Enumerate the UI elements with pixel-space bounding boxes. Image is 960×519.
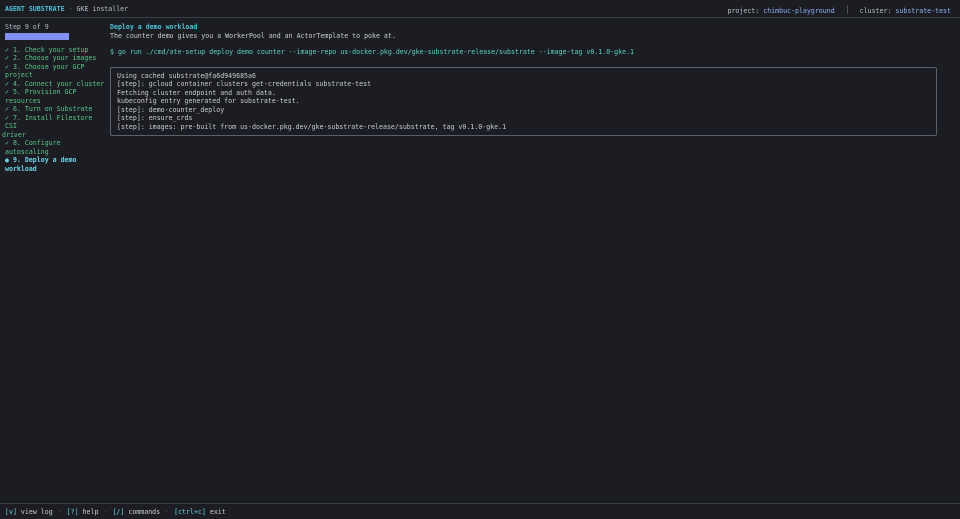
shortcut-label: exit [209, 508, 226, 516]
shortcut-separator: · [103, 508, 108, 516]
sidebar-step-6[interactable]: ✓ 6. Turn on Substrate [2, 105, 106, 114]
step-title: Deploy a demo workload [110, 23, 198, 31]
header-separator: · [68, 5, 73, 13]
shortcut-separator: · [57, 508, 62, 516]
steps-list: ✓ 1. Check your setup ✓ 2. Choose your im… [2, 46, 106, 174]
step-description: The counter demo gives you a WorkerPool … [110, 31, 396, 40]
shortcut-key[interactable]: [ctrl+c] [174, 508, 206, 516]
log-line: kubeconfig entry generated for substrate… [117, 97, 300, 105]
sidebar-step-5[interactable]: ✓ 5. Provision GCP resources [2, 88, 106, 105]
app-brand: AGENT SUBSTRATE · GKE installer [5, 5, 128, 14]
sidebar-step-9[interactable]: ✓ 8. Configure autoscaling [2, 139, 106, 156]
log-line: [step]: gcloud container clusters get-cr… [117, 80, 372, 88]
project-value: chimbuc-playground [763, 7, 835, 15]
shortcut-label: view log [20, 508, 53, 516]
log-line: Using cached substrate@fa6d949685a6 [117, 71, 256, 80]
sidebar-step-7[interactable]: ✓ 7. Install Filestore CSI [2, 114, 106, 131]
step-counter: Step 9 of 9 [5, 23, 49, 31]
progress-bar [5, 32, 69, 40]
log-line: Fetching cluster endpoint and auth data. [117, 88, 276, 97]
app-subtitle: GKE installer [76, 5, 129, 13]
command-line: $ go run ./cmd/ate-setup deploy demo cou… [110, 48, 635, 56]
sidebar-step-wrap[interactable]: driver [2, 131, 106, 140]
context-info: project: chimbuc-playground cluster: sub… [727, 5, 951, 16]
log-output[interactable]: Using cached substrate@fa6d949685a6 [step… [110, 66, 937, 136]
context-divider [846, 5, 848, 14]
log-line: [step]: images: pre-built from us-docker… [117, 122, 507, 131]
cluster-label: cluster: [859, 7, 892, 15]
shortcut-label: help [82, 508, 99, 516]
app-name: AGENT SUBSTRATE [5, 5, 65, 13]
sidebar-step-10[interactable]: ● 9. Deploy a demo workload [2, 156, 106, 173]
shortcut-key[interactable]: [v] [5, 508, 17, 516]
progress-fill [5, 32, 69, 40]
sidebar-step-1[interactable]: ✓ 1. Check your setup [2, 46, 106, 55]
shortcut-label: commands [128, 508, 161, 516]
cluster-value: substrate-test [895, 7, 951, 15]
shortcut-separator: · [165, 508, 170, 516]
top-bar: AGENT SUBSTRATE · GKE installer project:… [0, 0, 960, 18]
sidebar-step-4[interactable]: ✓ 4. Connect your cluster [2, 80, 106, 89]
shortcut-bar: [v] view log · [?] help · [/] commands · [ctrl… [0, 503, 960, 519]
log-line: [step]: ensure_crds [117, 114, 193, 122]
project-label: project: [727, 7, 760, 15]
sidebar-step-3[interactable]: ✓ 3. Choose your GCP project [2, 63, 106, 80]
steps-sidebar: Step 9 of 9 ✓ 1. Check your setup ✓ 2. Ch… [2, 23, 106, 173]
main-panel: Deploy a demo workload The counter demo … [110, 23, 950, 136]
shortcut-key[interactable]: [/] [112, 508, 124, 516]
log-line: [step]: demo-counter_deploy [117, 105, 225, 114]
sidebar-step-2[interactable]: ✓ 2. Choose your images [2, 54, 106, 63]
shortcut-key[interactable]: [?] [67, 508, 79, 516]
